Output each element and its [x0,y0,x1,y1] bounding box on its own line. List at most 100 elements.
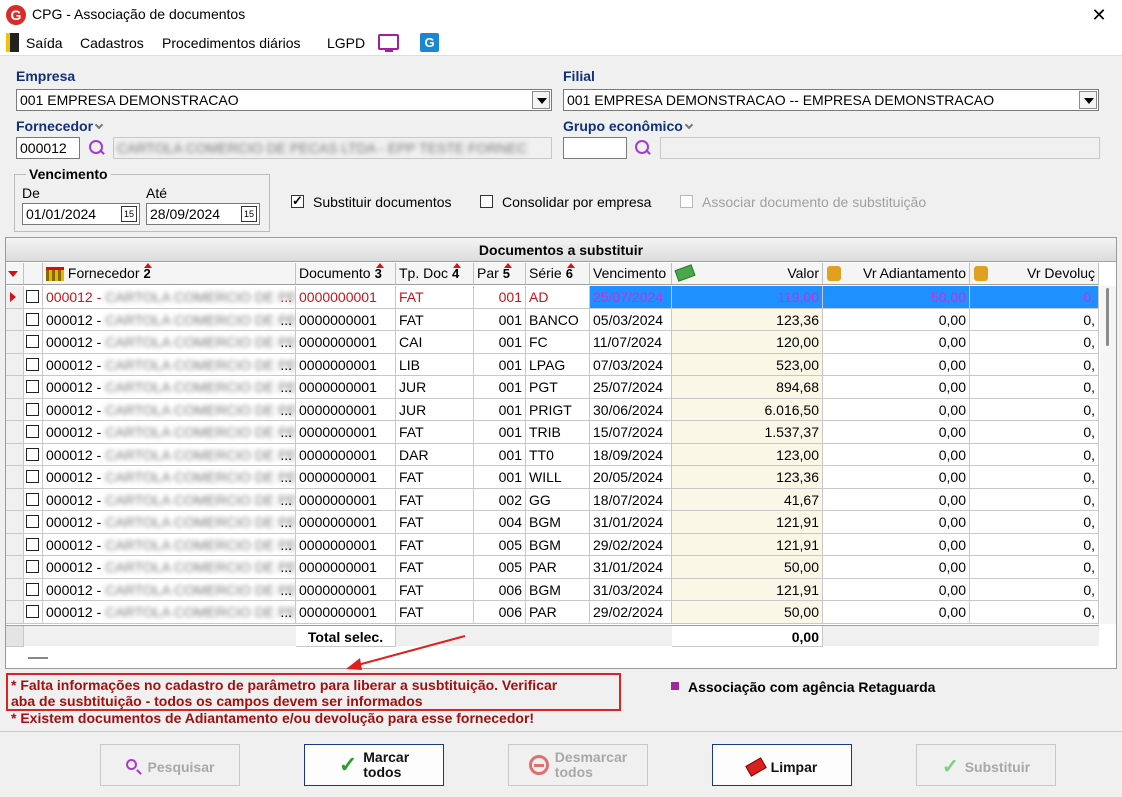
fornecedor-name-blurred: CARTOLA COMERCIO DE PECAS [105,536,296,553]
cell-venc: 11/07/2024 [590,331,672,354]
row-select-cell [24,421,43,444]
fornecedor-name-blurred: CARTOLA COMERCIO DE PECAS [105,356,296,373]
row-checkbox[interactable] [26,470,39,483]
arrow-down-icon [685,122,692,131]
table-row[interactable]: 000012 - CARTOLA COMERCIO DE PECAS...000… [6,488,1099,511]
table-row[interactable]: 000012 - CARTOLA COMERCIO DE PECAS...000… [6,353,1099,376]
empresa-select[interactable]: 001 EMPRESA DEMONSTRACAO [16,89,552,111]
header-select[interactable] [24,263,43,285]
row-checkbox[interactable] [26,515,39,528]
table-row[interactable]: 000012 - CARTOLA COMERCIO DE PECAS...000… [6,421,1099,444]
row-checkbox[interactable] [26,290,39,303]
table-row[interactable]: 000012 - CARTOLA COMERCIO DE PECAS...000… [6,601,1099,624]
scroll-thumb[interactable] [1106,288,1109,346]
cell-fornecedor: 000012 - CARTOLA COMERCIO DE PECAS... [43,398,296,421]
table-row[interactable]: 000012 - CARTOLA COMERCIO DE PECAS...000… [6,286,1099,309]
chevron-down-icon[interactable] [532,91,550,109]
table-row[interactable]: 000012 - CARTOLA COMERCIO DE PECAS...000… [6,556,1099,579]
header-vencimento[interactable]: Vencimento [590,263,672,285]
cell-tp: JUR [396,376,474,399]
row-checkbox[interactable] [26,402,39,416]
header-indicator [6,263,24,285]
cell-par: 005 [474,533,526,556]
row-checkbox[interactable] [26,312,39,326]
table-row[interactable]: 000012 - CARTOLA COMERCIO DE PECAS...000… [6,331,1099,354]
row-checkbox[interactable] [26,537,39,551]
table-row[interactable]: 000012 - CARTOLA COMERCIO DE PECAS...000… [6,398,1099,421]
menu-saida[interactable]: Saída [26,35,63,51]
close-button[interactable]: ✕ [1076,0,1122,30]
table-row[interactable]: 000012 - CARTOLA COMERCIO DE PECAS...000… [6,308,1099,331]
chevron-down-icon[interactable] [1079,91,1097,109]
cell-devol: 0, [970,488,1099,511]
row-checkbox[interactable] [26,380,39,393]
header-serie[interactable]: Série 6 [526,263,590,285]
divider [0,731,1122,732]
ellipsis: ... [280,356,292,373]
ellipsis: ... [280,334,292,350]
limpar-button[interactable]: Limpar [712,744,852,786]
columns-icon [46,267,64,282]
cell-fornecedor: 000012 - CARTOLA COMERCIO DE PECAS... [43,556,296,579]
coins-icon [974,266,988,281]
fornecedor-name-blurred: CARTOLA COMERCIO DE PECAS [105,446,296,463]
row-checkbox[interactable] [26,447,39,461]
grid-scrollbar[interactable] [1100,286,1116,624]
row-checkbox[interactable] [26,560,39,573]
cell-tp: DAR [396,443,474,466]
filial-select[interactable]: 001 EMPRESA DEMONSTRACAO -- EMPRESA DEMO… [563,89,1099,111]
app-icon[interactable]: G [420,33,439,52]
cell-valor: 121,91 [672,533,823,556]
table-row[interactable]: 000012 - CARTOLA COMERCIO DE PECAS...000… [6,511,1099,534]
de-label: De [22,185,40,201]
monitor-icon[interactable] [378,34,399,52]
fornecedor-code-input[interactable]: 000012 [16,137,80,159]
substituir-documentos-checkbox[interactable] [291,193,304,209]
header-tpdoc[interactable]: Tp. Doc 4 [396,263,474,285]
cell-par: 002 [474,488,526,511]
exit-door-icon[interactable] [6,33,19,52]
ellipsis: ... [280,581,292,598]
header-valor[interactable]: Valor [672,263,823,285]
cell-tp: JUR [396,398,474,421]
row-select-cell [24,443,43,466]
table-row[interactable]: 000012 - CARTOLA COMERCIO DE PECAS...000… [6,578,1099,601]
calendar-icon[interactable]: 15 [121,206,137,222]
search-icon[interactable] [634,139,652,157]
table-row[interactable]: 000012 - CARTOLA COMERCIO DE PECAS...000… [6,376,1099,399]
header-fornecedor[interactable]: Fornecedor 2 [43,263,296,285]
row-checkbox[interactable] [26,605,39,618]
menu-cadastros[interactable]: Cadastros [80,35,144,51]
header-par[interactable]: Par 5 [474,263,526,285]
marcar-todos-button[interactable]: ✓ Marcar todos [304,744,444,786]
menu-procedimentos-diarios[interactable]: Procedimentos diários [162,35,301,51]
cell-devol: 0, [970,398,1099,421]
table-row[interactable]: 000012 - CARTOLA COMERCIO DE PECAS...000… [6,466,1099,489]
menu-lgpd[interactable]: LGPD [327,35,365,51]
vencimento-label: Vencimento [26,166,111,182]
grupo-code-input[interactable] [563,137,627,159]
cell-par: 001 [474,466,526,489]
cell-tp: FAT [396,601,474,624]
table-row[interactable]: 000012 - CARTOLA COMERCIO DE PECAS...000… [6,443,1099,466]
search-icon[interactable] [88,139,106,157]
cell-fornecedor: 000012 - CARTOLA COMERCIO DE PECAS... [43,331,296,354]
header-documento[interactable]: Documento 3 [296,263,396,285]
row-checkbox[interactable] [26,335,39,348]
consolidar-empresa-checkbox[interactable] [480,195,493,208]
row-checkbox[interactable] [26,492,39,506]
consolidar-empresa-label: Consolidar por empresa [502,194,652,210]
table-row[interactable]: 000012 - CARTOLA COMERCIO DE PECAS...000… [6,533,1099,556]
header-devolucao[interactable]: Vr Devoluç [970,263,1099,285]
fornecedor-name-blurred: CARTOLA COMERCIO DE PECAS [105,604,296,620]
date-from-input[interactable]: 01/01/2024 15 [22,203,140,225]
row-checkbox[interactable] [26,357,39,371]
cell-adiant: 0,00 [823,488,970,511]
header-adiantamento[interactable]: Vr Adiantamento [823,263,970,285]
row-checkbox[interactable] [26,425,39,438]
row-checkbox[interactable] [26,582,39,596]
date-to-input[interactable]: 28/09/2024 15 [146,203,260,225]
substituir-documentos-label: Substituir documentos [313,194,452,210]
collapse-handle[interactable] [28,657,48,659]
calendar-icon[interactable]: 15 [241,206,257,222]
